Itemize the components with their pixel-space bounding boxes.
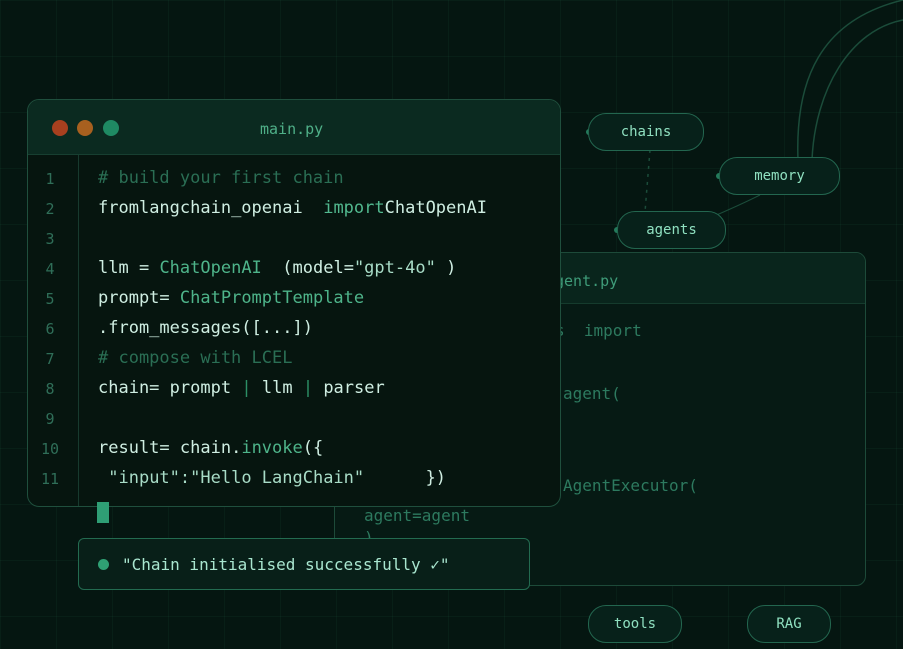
node-memory[interactable]: memory: [719, 157, 840, 195]
operand-prompt: prompt: [169, 378, 232, 398]
code-line-8[interactable]: chain= prompt | llm | parser: [98, 378, 385, 398]
code-line-2[interactable]: fromlangchain_openai importChatOpenAI: [98, 198, 487, 218]
variable-prompt: prompt=: [98, 288, 170, 308]
line-number: 9: [45, 410, 55, 428]
success-indicator-icon: [98, 559, 109, 570]
agent-code-line: agent=agent: [364, 506, 470, 525]
toast-message: "Chain initialised successfully ✓": [122, 555, 450, 574]
arg-open: (model=: [282, 258, 354, 278]
arg-close: ): [446, 258, 457, 278]
method-call: .from_messages([...]): [98, 318, 313, 338]
function-chatopenai: ChatOpenAI: [159, 258, 262, 278]
node-tools[interactable]: tools: [588, 605, 682, 643]
agent-code-line: agent(: [563, 384, 621, 403]
node-rag[interactable]: RAG: [747, 605, 831, 643]
keyword-from: from: [98, 198, 139, 218]
variable-chain: chain=: [98, 378, 160, 398]
line-number: 5: [45, 290, 55, 308]
text-cursor: [97, 502, 109, 523]
maximize-window-dot[interactable]: [103, 120, 119, 136]
line-number: 10: [40, 440, 60, 458]
line-number: 6: [45, 320, 55, 338]
line-number-gutter: 1 2 3 4 5 6 7 8 9 10 11: [28, 155, 79, 506]
agent-editor-filename: gent.py: [555, 272, 619, 290]
dict-key: "input":: [108, 468, 191, 488]
code-line-11[interactable]: "input":"Hello LangChain" }): [98, 468, 446, 488]
line-number: 3: [45, 230, 55, 248]
code-line-7[interactable]: # compose with LCEL: [98, 348, 292, 368]
code-comment: # compose with LCEL: [98, 348, 293, 368]
main-editor-filename: main.py: [260, 120, 324, 138]
code-line-5[interactable]: prompt= ChatPromptTemplate: [98, 288, 364, 308]
line-number: 11: [40, 470, 60, 488]
node-agents[interactable]: agents: [617, 211, 726, 249]
pipe-operator: |: [241, 378, 252, 398]
agent-code-line: s import: [555, 321, 642, 340]
model-string: "gpt-4o": [353, 258, 436, 278]
call-close: }): [425, 468, 447, 488]
minimize-window-dot[interactable]: [77, 120, 93, 136]
code-line-1[interactable]: # build your first chain: [98, 168, 344, 188]
variable-llm: llm =: [98, 258, 150, 278]
object-chain: chain.: [179, 438, 242, 458]
code-line-10[interactable]: result= chain.invoke({: [98, 438, 323, 458]
line-number: 7: [45, 350, 55, 368]
node-chains[interactable]: chains: [588, 113, 704, 151]
line-number: 4: [45, 260, 55, 278]
call-open: ({: [302, 438, 324, 458]
function-chatprompttemplate: ChatPromptTemplate: [179, 288, 365, 308]
close-window-dot[interactable]: [52, 120, 68, 136]
line-number: 2: [45, 200, 55, 218]
code-comment: # build your first chain: [98, 168, 344, 188]
method-invoke: invoke: [241, 438, 303, 458]
line-number: 8: [45, 380, 55, 398]
pipe-operator: |: [302, 378, 314, 398]
code-line-6[interactable]: .from_messages([...]): [98, 318, 313, 338]
keyword-import: import: [323, 198, 385, 218]
input-string: "Hello LangChain": [190, 468, 365, 488]
variable-result: result=: [98, 438, 170, 458]
status-toast: "Chain initialised successfully ✓": [78, 538, 530, 590]
operand-llm: llm: [261, 378, 293, 398]
imported-name: ChatOpenAI: [384, 198, 487, 218]
module-name: langchain_openai: [138, 198, 303, 218]
agent-code-line: AgentExecutor(: [563, 476, 698, 495]
operand-parser: parser: [323, 378, 385, 398]
line-number: 1: [45, 170, 55, 188]
code-line-4[interactable]: llm = ChatOpenAI (model="gpt-4o" ): [98, 258, 456, 278]
main-editor-window[interactable]: main.py 1 2 3 4 5 6 7 8 9 10 11 # build …: [27, 99, 561, 507]
main-editor-title-bar: main.py: [28, 100, 560, 155]
